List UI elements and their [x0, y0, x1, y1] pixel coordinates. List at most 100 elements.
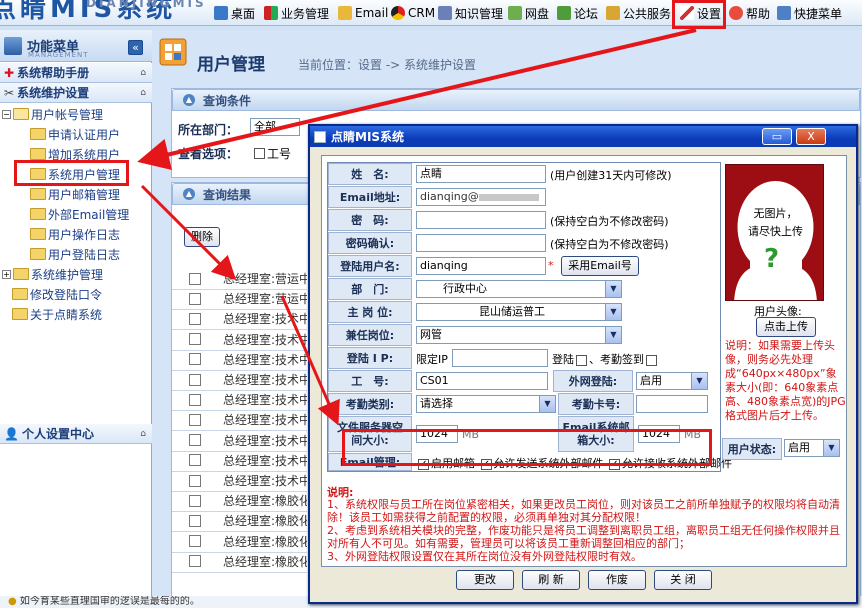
attend-card-input[interactable]: [636, 395, 708, 413]
table-row[interactable]: 总经理室:技术中心: [172, 369, 307, 391]
tree-user-op-log[interactable]: 用户操作日志: [0, 224, 152, 244]
business-icon: [264, 6, 278, 20]
row-checkbox[interactable]: [189, 353, 201, 366]
table-row[interactable]: 总经理室:技术中心: [172, 389, 307, 412]
tree-apply-cert[interactable]: 申请认证用户: [0, 124, 152, 144]
view-option-empno[interactable]: 工号: [252, 145, 291, 162]
menu-crm[interactable]: CRM: [391, 4, 435, 22]
row-checkbox[interactable]: [189, 373, 201, 386]
user-management-icon: [159, 38, 187, 66]
tree-ext-email-mgmt[interactable]: 外部Email管理: [0, 204, 152, 224]
row-checkbox[interactable]: [189, 393, 201, 406]
main-post-select[interactable]: 昆山储运普工 ▼: [416, 303, 622, 321]
table-row[interactable]: 总经理室:技术中心: [172, 329, 307, 351]
folder-icon: [30, 208, 46, 220]
ext-login-select[interactable]: 启用 ▼: [636, 372, 708, 390]
row-checkbox[interactable]: [189, 454, 201, 467]
user-icon: 👤: [4, 426, 19, 441]
minimize-button[interactable]: ▭: [762, 128, 792, 145]
upload-button[interactable]: 点击上传: [756, 317, 816, 337]
menu-shortcut[interactable]: 快捷菜单: [777, 4, 842, 22]
table-row[interactable]: 总经理室:橡胶化工事业部RL部: [172, 531, 307, 553]
row-checkbox[interactable]: [189, 272, 201, 285]
table-row[interactable]: 总经理室:技术中心: [172, 450, 307, 472]
tree-user-account[interactable]: − 用户帐号管理: [0, 104, 152, 124]
name-label: 姓 名:: [328, 163, 412, 185]
row-checkbox[interactable]: [189, 555, 201, 568]
tree-sys-maint-mgmt[interactable]: + 系统维护管理: [0, 264, 152, 284]
collapse-button[interactable]: «: [128, 40, 143, 55]
collapse-circle-icon[interactable]: ▲: [183, 188, 195, 200]
row-checkbox[interactable]: [189, 312, 201, 325]
checkbox[interactable]: [646, 354, 657, 366]
row-checkbox[interactable]: [189, 494, 201, 507]
login-ip-label: 登陆 I P:: [328, 347, 412, 369]
update-button[interactable]: 更改: [456, 570, 514, 590]
void-button[interactable]: 作废: [588, 570, 646, 590]
table-row[interactable]: 总经理室:橡胶化工事业部RL部: [172, 510, 307, 533]
attend-type-select[interactable]: 请选择 ▼: [416, 395, 556, 413]
close-button[interactable]: X: [796, 128, 826, 145]
chevron-down-icon: ▼: [691, 373, 707, 389]
chevron-down-icon: ▼: [605, 281, 621, 297]
password-confirm-input[interactable]: [416, 234, 546, 252]
table-row[interactable]: 总经理室:技术中心: [172, 349, 307, 371]
row-checkbox[interactable]: [189, 333, 201, 346]
department-select[interactable]: 行政中心 ▼: [416, 280, 622, 298]
row-dept: 总经理室:技术中心: [223, 393, 307, 408]
row-dept: 总经理室:营运中心: [223, 292, 307, 307]
name-input[interactable]: 点睛: [416, 165, 546, 183]
table-row[interactable]: 总经理室:技术中心: [172, 409, 307, 432]
delete-button[interactable]: 删除: [184, 227, 220, 247]
emp-no-input[interactable]: CS01: [416, 372, 548, 390]
user-status-select[interactable]: 启用 ▼: [784, 439, 840, 457]
row-dept: 总经理室:营运中心: [223, 272, 307, 286]
tree-change-pwd[interactable]: 修改登陆口令: [0, 284, 152, 304]
row-checkbox[interactable]: [189, 514, 201, 527]
row-checkbox[interactable]: [189, 434, 201, 447]
login-checkbox[interactable]: 登陆 、考勤签到: [552, 351, 659, 367]
tree-user-login-log[interactable]: 用户登陆日志: [0, 244, 152, 264]
no-photo-text: 无图片，: [753, 207, 798, 220]
row-checkbox[interactable]: [189, 535, 201, 548]
extra-post-select[interactable]: 网管 ▼: [416, 326, 622, 344]
checkbox[interactable]: [576, 354, 587, 366]
refresh-button[interactable]: 刷 新: [522, 570, 580, 590]
section-help-manual[interactable]: ✚ 系统帮助手册 ⌂: [0, 63, 152, 83]
menu-public[interactable]: 公共服务: [606, 4, 671, 22]
login-name-input[interactable]: dianqing: [416, 257, 546, 275]
checkbox[interactable]: [254, 148, 265, 159]
highlight-size-box: [342, 429, 712, 466]
ip-limit-input[interactable]: [452, 349, 548, 367]
table-row[interactable]: 总经理室:技术中心: [172, 470, 307, 492]
collapse-circle-icon[interactable]: ▲: [183, 94, 195, 106]
menu-netdisk[interactable]: 网盘: [508, 4, 549, 22]
section-system-maintenance[interactable]: ✂ 系统维护设置 ⌂: [0, 83, 152, 103]
menu-business[interactable]: 业务管理: [264, 4, 329, 22]
section-personal-settings[interactable]: 👤 个人设置中心 ⌂: [0, 424, 152, 444]
main-post-label: 主 岗 位:: [328, 301, 412, 323]
tree-user-email-mgmt[interactable]: 用户邮箱管理: [0, 184, 152, 204]
use-email-button[interactable]: 采用Email号: [561, 256, 639, 276]
dept-select[interactable]: 全部: [250, 118, 300, 136]
menu-email[interactable]: Email: [338, 4, 388, 22]
table-row[interactable]: 总经理室:技术中心: [172, 430, 307, 452]
table-row[interactable]: 总经理室:营运中心: [172, 288, 307, 311]
row-checkbox[interactable]: [189, 474, 201, 487]
email-input[interactable]: dianqing@: [416, 188, 546, 206]
menu-desktop[interactable]: 桌面: [214, 4, 255, 22]
chevron-down-icon: ▼: [605, 304, 621, 320]
menu-icon: [4, 37, 22, 55]
menu-help[interactable]: 帮助: [729, 4, 770, 22]
table-row[interactable]: 总经理室:营运中心: [172, 268, 307, 290]
close-dialog-button[interactable]: 关 闭: [654, 570, 712, 590]
row-checkbox[interactable]: [189, 292, 201, 305]
menu-forum[interactable]: 论坛: [557, 4, 598, 22]
table-row[interactable]: 总经理室:技术中心: [172, 308, 307, 331]
table-row[interactable]: 总经理室:橡胶化工事业部RL部: [172, 490, 307, 513]
table-row[interactable]: 总经理室:橡胶化工事业部RL部: [172, 551, 307, 573]
row-checkbox[interactable]: [189, 413, 201, 426]
password-input[interactable]: [416, 211, 546, 229]
menu-knowledge[interactable]: 知识管理: [438, 4, 503, 22]
tree-about[interactable]: 关于点睛系统: [0, 304, 152, 324]
